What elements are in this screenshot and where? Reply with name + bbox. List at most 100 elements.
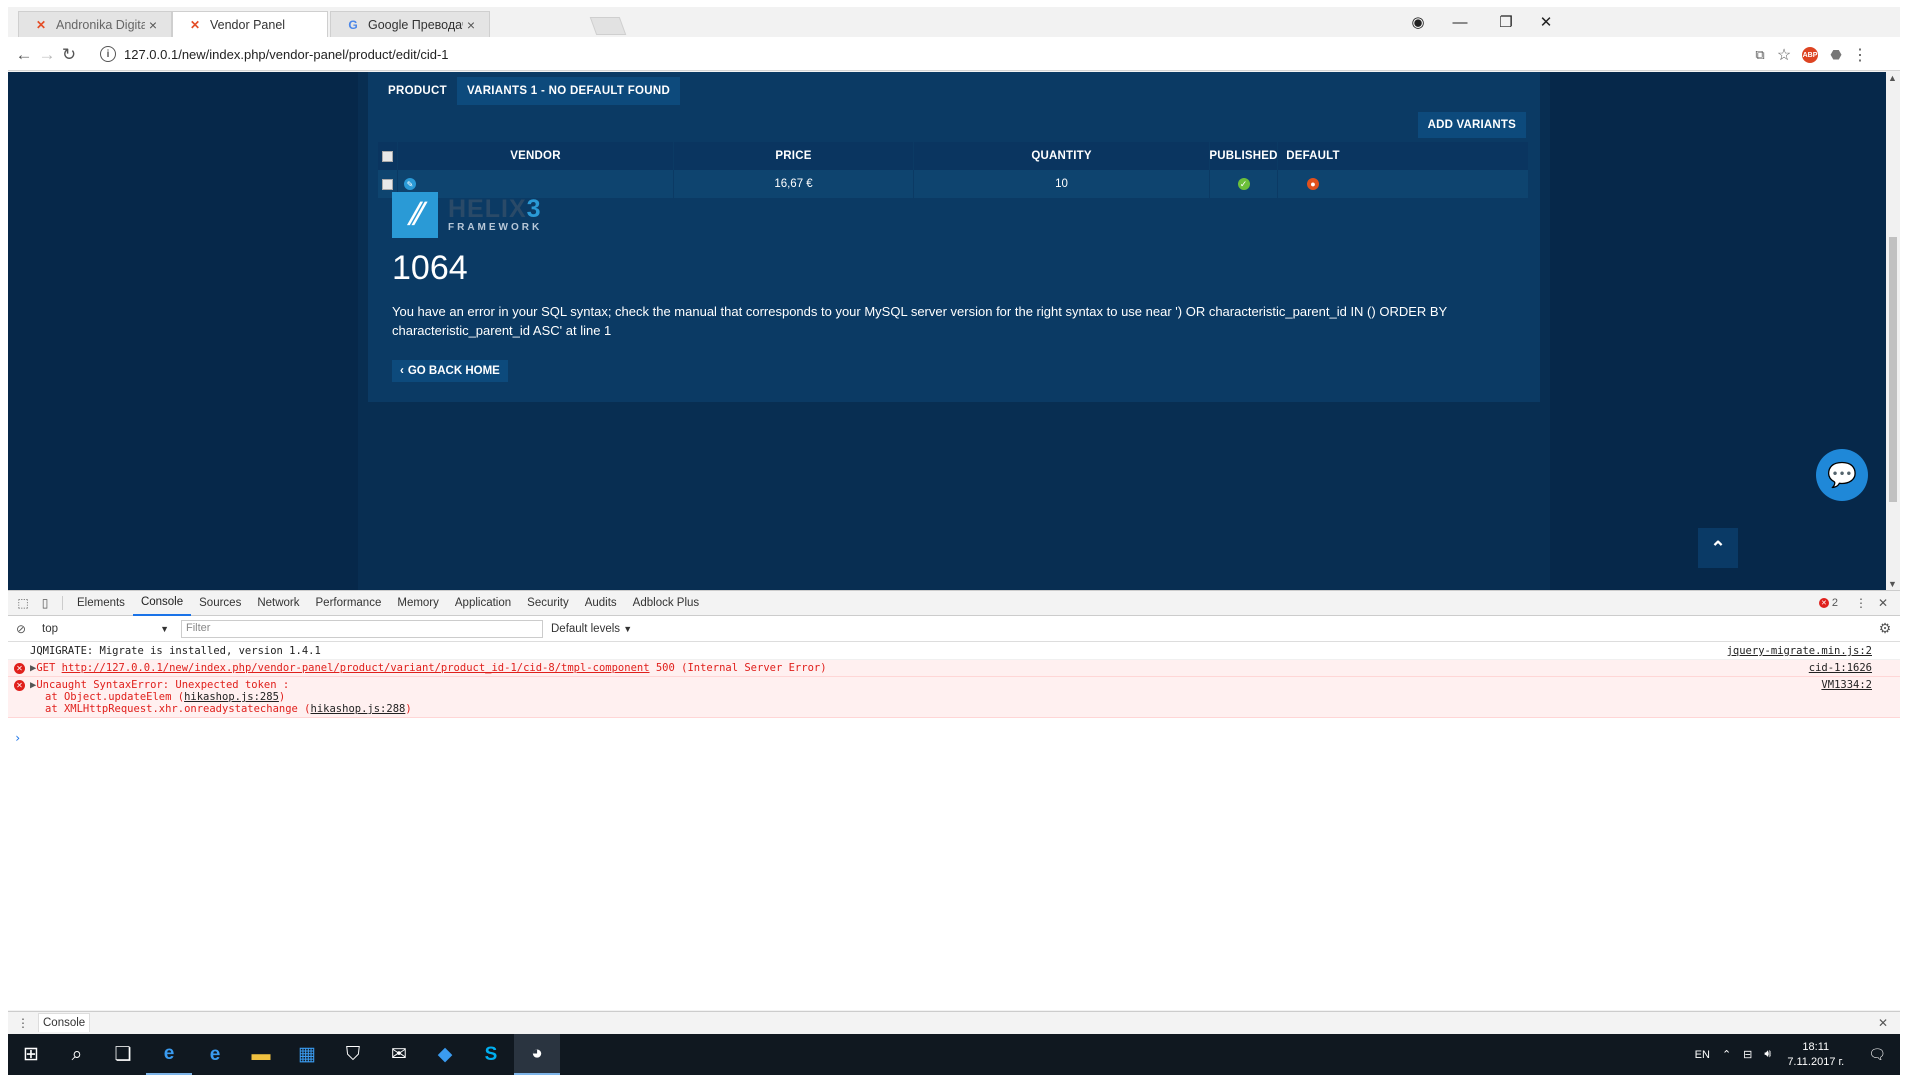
row-checkbox[interactable] — [382, 178, 393, 190]
edge-icon[interactable]: e — [192, 1034, 238, 1075]
url-text[interactable]: 127.0.0.1/new/index.php/vendor-panel/pro… — [124, 47, 449, 62]
notifications-icon[interactable]: 🗨︎ — [1854, 1046, 1900, 1063]
search-icon[interactable]: ⌕ — [54, 1034, 100, 1075]
drawer-menu-icon[interactable]: ⋮ — [12, 1014, 34, 1032]
windows-start-icon[interactable]: ⊞ — [8, 1034, 54, 1075]
column-header-quantity[interactable]: QUANTITY — [914, 142, 1210, 170]
clock[interactable]: 18:11 7.11.2017 г. — [1777, 1040, 1854, 1070]
language-indicator[interactable]: EN — [1689, 1049, 1716, 1061]
scroll-down-arrow[interactable]: ▼ — [1888, 579, 1897, 589]
menu-icon[interactable]: ⋮ — [1850, 45, 1870, 65]
console-source-link[interactable]: jquery-migrate.min.js:2 — [1727, 645, 1872, 657]
scroll-to-top-button[interactable]: ⌃ — [1698, 528, 1738, 568]
devtools-tab-sources[interactable]: Sources — [191, 591, 249, 616]
clock-date: 7.11.2017 г. — [1787, 1055, 1845, 1068]
console-source-link[interactable]: VM1334:2 — [1821, 679, 1872, 691]
devtools-tab-console[interactable]: Console — [132, 591, 192, 616]
file-explorer-icon[interactable]: ▬ — [238, 1034, 284, 1075]
back-button[interactable]: ← — [13, 44, 35, 66]
devtools-tab-adblock-plus[interactable]: Adblock Plus — [625, 591, 707, 616]
extension-icon[interactable]: ⬣ — [1826, 45, 1846, 65]
clear-console-icon[interactable]: ⊘ — [10, 620, 32, 638]
add-variants-button[interactable]: ADD VARIANTS — [1417, 112, 1526, 138]
address-bar[interactable]: i 127.0.0.1/new/index.php/vendor-panel/p… — [100, 42, 1740, 66]
minimize-button[interactable]: — — [1440, 11, 1480, 33]
new-tab-button[interactable] — [589, 17, 627, 35]
info-icon[interactable]: i — [100, 46, 116, 62]
console-text: Uncaught SyntaxError: Unexpected token : — [36, 679, 290, 691]
devtools-menu-icon[interactable]: ⋮ — [1850, 594, 1872, 612]
mail-icon[interactable]: ✉ — [376, 1034, 422, 1075]
tab-variants[interactable]: VARIANTS 1 - NO DEFAULT FOUND — [456, 77, 681, 105]
table-row[interactable]: ✎ 16,67 € 10 ✓ ● — [378, 170, 1528, 198]
console-error[interactable]: ✕ ▶GET http://127.0.0.1/new/index.php/ve… — [8, 660, 1900, 677]
default-radio-icon[interactable]: ● — [1307, 178, 1319, 190]
go-back-home-button[interactable]: ‹ GO BACK HOME — [392, 360, 508, 382]
chrome-icon[interactable]: ◕ — [514, 1034, 560, 1075]
device-toolbar-icon[interactable]: ▯ — [34, 594, 56, 612]
console-error[interactable]: ✕ ▶Uncaught SyntaxError: Unexpected toke… — [8, 677, 1900, 718]
console-message[interactable]: JQMIGRATE: Migrate is installed, version… — [8, 643, 1900, 660]
console-settings-gear-icon[interactable]: ⚙ — [1874, 620, 1896, 638]
close-devtools-icon[interactable]: ✕ — [1872, 594, 1894, 612]
close-drawer-icon[interactable]: ✕ — [1872, 1014, 1894, 1032]
published-check-icon[interactable]: ✓ — [1237, 178, 1250, 190]
console-prompt[interactable]: › — [14, 731, 21, 745]
select-all-cell — [378, 142, 398, 170]
reload-button[interactable]: ↻ — [58, 44, 80, 66]
task-view-icon[interactable]: ❏ — [100, 1034, 146, 1075]
inspect-element-icon[interactable]: ⬚ — [12, 594, 34, 612]
tray-expand-icon[interactable]: ⌃ — [1716, 1048, 1737, 1061]
skype-icon[interactable]: S — [468, 1034, 514, 1075]
column-header-vendor[interactable]: VENDOR — [398, 142, 674, 170]
log-levels-dropdown[interactable]: Default levels ▼ — [551, 623, 632, 635]
devtools-tab-performance[interactable]: Performance — [308, 591, 390, 616]
column-header-price[interactable]: PRICE — [674, 142, 914, 170]
devtools-tab-audits[interactable]: Audits — [577, 591, 625, 616]
devtools-tab-memory[interactable]: Memory — [389, 591, 447, 616]
shopping-bag-icon[interactable]: ⛉ — [330, 1034, 376, 1075]
column-header-published[interactable]: PUBLISHED — [1209, 142, 1278, 170]
tab-product[interactable]: PRODUCT — [378, 77, 457, 105]
chevron-up-icon: ⌃ — [1710, 537, 1726, 558]
request-url-link[interactable]: http://127.0.0.1/new/index.php/vendor-pa… — [62, 662, 650, 674]
select-all-checkbox[interactable] — [382, 150, 393, 162]
profile-icon[interactable]: ◉ — [1398, 11, 1438, 33]
devtools-tab-security[interactable]: Security — [519, 591, 577, 616]
volume-icon[interactable]: 🔊︎ — [1758, 1048, 1777, 1061]
translate-icon[interactable]: ⧉ — [1750, 45, 1770, 65]
close-tab-icon[interactable]: × — [145, 17, 161, 33]
network-icon[interactable]: ⊟ — [1737, 1048, 1758, 1061]
adblock-icon[interactable]: ABP — [1800, 45, 1820, 65]
chat-button[interactable]: 💬 — [1816, 449, 1868, 501]
helix-logo: ⫽ HELIX3 FRAMEWORK — [392, 192, 542, 238]
scroll-up-arrow[interactable]: ▲ — [1888, 73, 1897, 83]
drawer-tab-console[interactable]: Console — [38, 1013, 91, 1032]
stack-source-link[interactable]: hikashop.js:288 — [311, 703, 406, 715]
forward-button[interactable]: → — [36, 44, 58, 66]
browser-tab-andronika[interactable]: ✕ Andronika Digital Ltd - A × — [18, 11, 172, 37]
page-viewport: PRODUCT VARIANTS 1 - NO DEFAULT FOUND AD… — [8, 72, 1886, 590]
internet-explorer-icon[interactable]: e — [146, 1034, 192, 1075]
browser-tab-google-translate[interactable]: G Google Преводач × — [330, 11, 490, 37]
browser-tab-vendor-panel[interactable]: ✕ Vendor Panel — [172, 11, 328, 37]
windows-store-icon[interactable]: ▦ — [284, 1034, 330, 1075]
devtools-tab-application[interactable]: Application — [447, 591, 519, 616]
page-scrollbar[interactable]: ▲ ▼ — [1886, 72, 1900, 590]
devtools-tab-elements[interactable]: Elements — [69, 591, 133, 616]
devtools-tab-network[interactable]: Network — [249, 591, 307, 616]
system-tray: EN ⌃ ⊟ 🔊︎ 18:11 7.11.2017 г. 🗨︎ — [1689, 1034, 1900, 1075]
scrollbar-thumb[interactable] — [1889, 237, 1897, 502]
console-source-link[interactable]: cid-1:1626 — [1809, 662, 1872, 674]
restore-button[interactable]: ❐ — [1486, 11, 1526, 33]
column-header-default[interactable]: DEFAULT — [1278, 142, 1348, 170]
stack-source-link[interactable]: hikashop.js:285 — [184, 691, 279, 703]
context-select[interactable]: top ▼ — [38, 620, 173, 638]
app-icon[interactable]: ◆ — [422, 1034, 468, 1075]
error-count-badge[interactable]: ✕ 2 — [1818, 597, 1838, 609]
bookmark-star-icon[interactable]: ☆ — [1774, 45, 1794, 65]
close-tab-icon[interactable]: × — [463, 17, 479, 33]
edit-icon[interactable]: ✎ — [404, 178, 416, 190]
close-window-button[interactable]: ✕ — [1526, 11, 1566, 33]
console-filter-input[interactable]: Filter — [181, 619, 543, 638]
